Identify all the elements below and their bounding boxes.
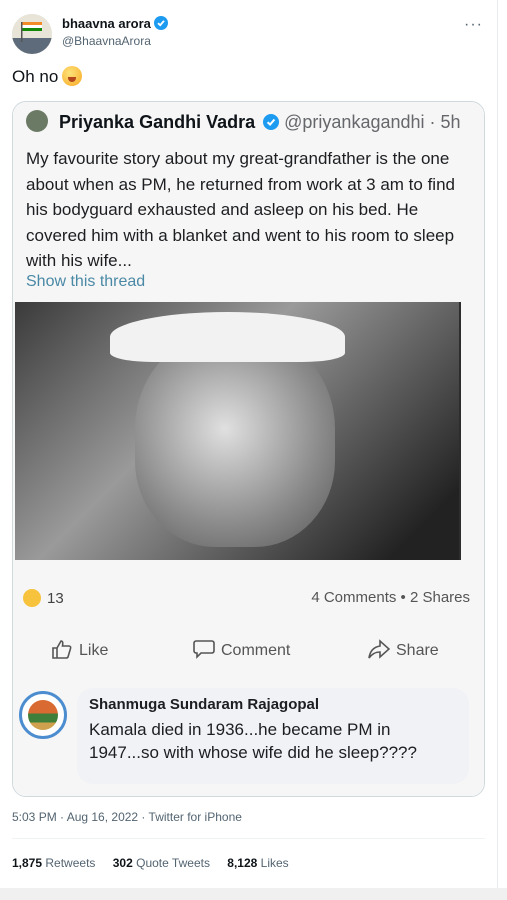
fb-comment-action: Comment [193, 639, 290, 660]
fb-verified-badge-icon [263, 114, 280, 130]
stats-divider [12, 838, 485, 839]
author-handle[interactable]: @BhaavnaArora [62, 34, 151, 48]
quoted-image[interactable]: Priyanka Gandhi Vadra @priyankagandhi · … [12, 101, 485, 797]
comments-shares-count: 4 Comments • 2 Shares [311, 589, 470, 606]
comment-text: Kamala died in 1936...he became PM in 19… [89, 720, 417, 762]
comment-bubble: Shanmuga Sundaram Rajagopal Kamala died … [77, 688, 469, 784]
portrait-cap [110, 312, 345, 362]
fb-post-body: My favourite story about my great-grandf… [26, 149, 455, 270]
quotes-count: 302 [112, 856, 133, 870]
quote-tweets-stat[interactable]: 302 Quote Tweets [113, 856, 210, 870]
retweets-count: 1,875 [12, 856, 43, 870]
share-arrow-icon [368, 639, 390, 659]
portrait-face [135, 332, 335, 547]
author-name[interactable]: bhaavna arora [62, 16, 151, 31]
quotes-label: Quote Tweets [136, 856, 210, 870]
portrait-photo [15, 302, 461, 560]
hand-over-mouth-emoji-icon [62, 66, 83, 86]
facebook-post-screenshot: Priyanka Gandhi Vadra @priyankagandhi · … [13, 102, 484, 796]
fb-comment-label: Comment [221, 642, 291, 659]
tweet-text: Oh no [12, 67, 59, 86]
likes-count: 8,128 [227, 856, 258, 870]
reaction-count: 13 [47, 590, 64, 607]
bottom-bar [0, 888, 507, 900]
commenter-name: Shanmuga Sundaram Rajagopal [89, 696, 320, 713]
likes-label: Likes [260, 856, 289, 870]
fb-handle-time: @priyankagandhi · 5h [284, 112, 461, 132]
timeline-border [497, 0, 498, 900]
retweets-label: Retweets [45, 856, 96, 870]
fb-author-name: Priyanka Gandhi Vadra [59, 112, 256, 132]
author-name-row[interactable]: bhaavna arora [62, 16, 168, 31]
fb-share-label: Share [396, 642, 439, 659]
verified-badge-icon [153, 16, 168, 30]
fb-share-action: Share [368, 639, 439, 660]
thumbs-up-icon [52, 640, 72, 659]
tweet-text-row: Oh no [12, 66, 83, 87]
more-options-icon[interactable]: ··· [464, 16, 483, 34]
fb-author-avatar [26, 110, 48, 132]
tweet-header: bhaavna arora @BhaavnaArora ··· [12, 12, 495, 56]
commenter-avatar [19, 691, 67, 739]
fb-comment: Shanmuga Sundaram Rajagopal Kamala died … [13, 687, 484, 787]
likes-stat[interactable]: 8,128 Likes [227, 856, 288, 870]
comment-bubble-icon [193, 640, 215, 659]
fb-like-label: Like [79, 642, 109, 659]
author-avatar[interactable] [12, 14, 52, 54]
fb-action-bar: Like Comment Share [13, 639, 484, 669]
show-thread-link: Show this thread [26, 273, 146, 290]
fb-like-action: Like [51, 639, 108, 660]
tweet-timestamp[interactable]: 5:03 PM · Aug 16, 2022 · Twitter for iPh… [12, 810, 242, 824]
retweets-stat[interactable]: 1,875 Retweets [12, 856, 95, 870]
tweet-stats: 1,875 Retweets 302 Quote Tweets 8,128 Li… [12, 856, 303, 870]
reactions-summary: 13 [23, 589, 64, 607]
fb-post-header: Priyanka Gandhi Vadra @priyankagandhi · … [26, 110, 461, 133]
haha-reaction-icon [23, 589, 41, 607]
